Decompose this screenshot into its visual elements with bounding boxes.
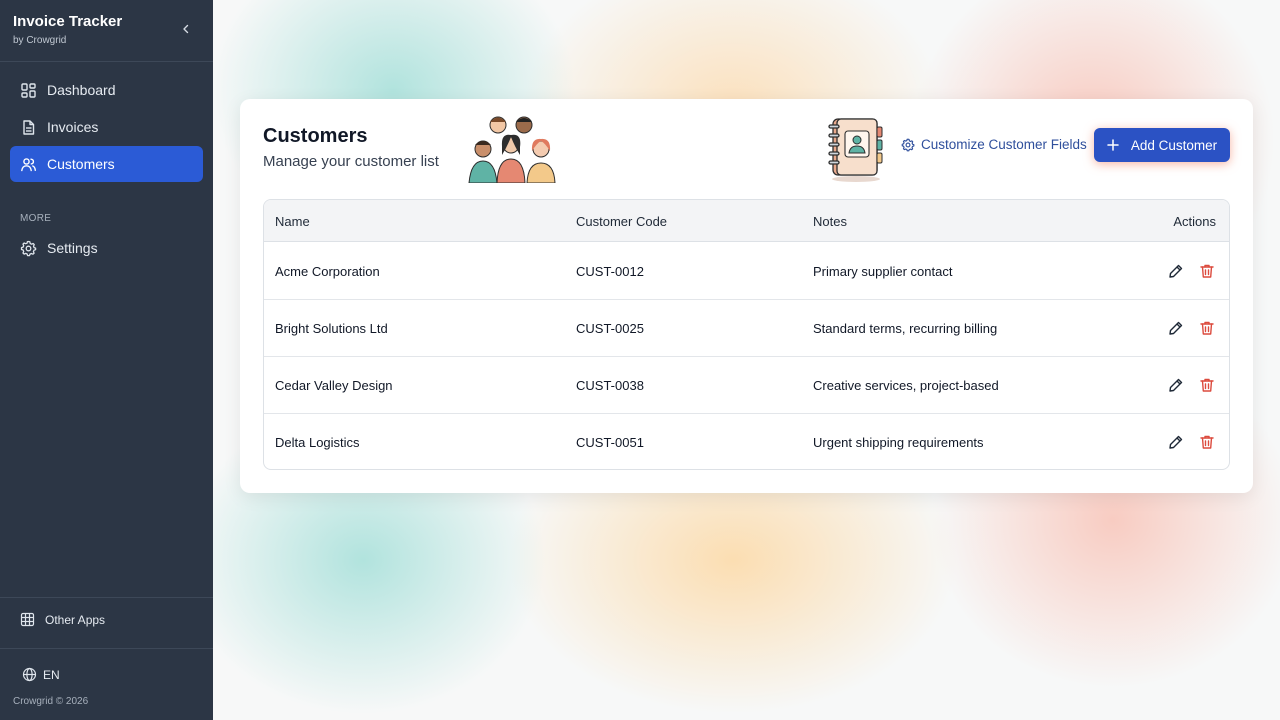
app-subtitle: by Crowgrid — [13, 35, 67, 46]
column-header-actions: Actions — [1173, 214, 1216, 229]
page-subtitle: Manage your customer list — [263, 153, 439, 170]
trash-icon[interactable] — [1199, 434, 1215, 450]
sidebar-item-label: Invoices — [47, 119, 99, 135]
gear-icon — [901, 138, 915, 152]
trash-icon[interactable] — [1199, 263, 1215, 279]
column-header-code: Customer Code — [576, 214, 668, 229]
sidebar: Invoice Tracker by Crowgrid Dashboard In… — [0, 0, 213, 720]
customer-name: Delta Logistics — [275, 435, 360, 450]
other-apps-link[interactable]: Other Apps — [20, 612, 105, 627]
language-selector[interactable]: EN — [22, 667, 60, 682]
customer-notes: Urgent shipping requirements — [813, 435, 984, 450]
sidebar-item-settings[interactable]: Settings — [10, 230, 203, 266]
sidebar-item-label: Customers — [47, 156, 115, 172]
sidebar-item-customers[interactable]: Customers — [10, 146, 203, 182]
page-title: Customers — [263, 125, 368, 147]
customers-card: Customers Manage your customer list Cust… — [240, 99, 1253, 493]
chevron-left-icon — [183, 24, 189, 34]
customer-code: CUST-0051 — [576, 435, 644, 450]
table-row: Delta Logistics CUST-0051 Urgent shippin… — [264, 414, 1229, 469]
sidebar-item-label: Settings — [47, 240, 98, 256]
edit-icon[interactable] — [1168, 263, 1184, 279]
customers-table: Name Customer Code Notes Actions Acme Co… — [263, 199, 1230, 470]
customer-notes: Standard terms, recurring billing — [813, 321, 998, 336]
customer-notes: Primary supplier contact — [813, 264, 953, 279]
trash-icon[interactable] — [1199, 377, 1215, 393]
customize-fields-label: Customize Customer Fields — [921, 137, 1087, 152]
customize-fields-link[interactable]: Customize Customer Fields — [901, 137, 1087, 152]
other-apps-label: Other Apps — [45, 612, 106, 627]
sidebar-divider — [0, 648, 213, 649]
column-header-notes: Notes — [813, 214, 847, 229]
grid-icon — [20, 612, 35, 627]
sidebar-item-label: Dashboard — [47, 82, 116, 98]
plus-icon — [1107, 139, 1119, 151]
customer-code: CUST-0012 — [576, 264, 644, 279]
edit-icon[interactable] — [1168, 434, 1184, 450]
gear-icon — [20, 240, 37, 257]
column-header-name: Name — [275, 214, 310, 229]
copyright: Crowgrid © 2026 — [13, 696, 89, 707]
customer-name: Bright Solutions Ltd — [275, 321, 388, 336]
collapse-sidebar-button[interactable] — [178, 21, 194, 37]
add-customer-label: Add Customer — [1130, 137, 1218, 153]
edit-icon[interactable] — [1168, 377, 1184, 393]
globe-icon — [22, 667, 37, 682]
users-icon — [20, 156, 37, 173]
address-book-illustration-icon — [828, 118, 883, 182]
language-label: EN — [43, 667, 60, 682]
add-customer-button[interactable]: Add Customer — [1094, 128, 1230, 162]
table-row: Acme Corporation CUST-0012 Primary suppl… — [264, 243, 1229, 300]
customer-name: Acme Corporation — [275, 264, 380, 279]
trash-icon[interactable] — [1199, 320, 1215, 336]
document-icon — [20, 119, 37, 136]
table-row: Bright Solutions Ltd CUST-0025 Standard … — [264, 300, 1229, 357]
customer-code: CUST-0038 — [576, 378, 644, 393]
table-header: Name Customer Code Notes Actions — [264, 200, 1229, 242]
sidebar-divider — [0, 597, 213, 598]
people-illustration-icon — [468, 116, 556, 183]
brand: Invoice Tracker by Crowgrid — [13, 13, 122, 46]
dashboard-icon — [20, 82, 37, 99]
customer-name: Cedar Valley Design — [275, 378, 393, 393]
sidebar-item-dashboard[interactable]: Dashboard — [10, 72, 203, 108]
customer-code: CUST-0025 — [576, 321, 644, 336]
table-row: Cedar Valley Design CUST-0038 Creative s… — [264, 357, 1229, 414]
app-title: Invoice Tracker — [13, 13, 123, 30]
customer-notes: Creative services, project-based — [813, 378, 999, 393]
section-label-more: MORE — [20, 213, 52, 224]
sidebar-divider — [0, 61, 213, 62]
edit-icon[interactable] — [1168, 320, 1184, 336]
sidebar-item-invoices[interactable]: Invoices — [10, 109, 203, 145]
